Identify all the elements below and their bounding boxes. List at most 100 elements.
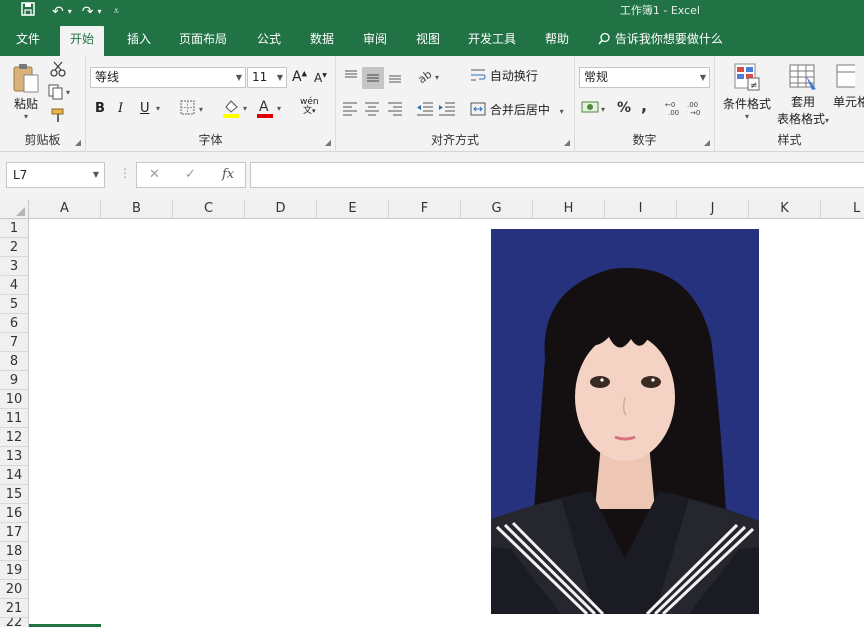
- phonetic-guide-icon[interactable]: wén 文▾: [300, 98, 319, 116]
- borders-icon[interactable]: ▾: [180, 100, 208, 119]
- tab-review[interactable]: 审阅: [353, 26, 397, 56]
- number-launcher-icon[interactable]: ◢: [704, 138, 710, 147]
- align-middle-icon[interactable]: [362, 67, 384, 89]
- tab-insert[interactable]: 插入: [117, 26, 161, 56]
- row-header[interactable]: 19: [0, 561, 28, 580]
- column-header[interactable]: C: [173, 200, 245, 219]
- undo-icon[interactable]: ↶: [52, 3, 64, 21]
- id-photo-image[interactable]: [491, 229, 759, 614]
- column-header[interactable]: G: [461, 200, 533, 219]
- column-header[interactable]: A: [29, 200, 101, 219]
- underline-dropdown-icon[interactable]: ▾: [156, 104, 160, 113]
- fill-color-icon[interactable]: ▾: [222, 98, 252, 121]
- name-box[interactable]: L7 ▼: [6, 162, 105, 188]
- select-all-button[interactable]: [0, 200, 29, 219]
- redo-icon[interactable]: ↷: [82, 3, 94, 21]
- merge-center-button[interactable]: 合并后居中 ▾: [470, 101, 564, 118]
- column-header[interactable]: D: [245, 200, 317, 219]
- column-header[interactable]: L: [821, 200, 864, 219]
- copy-icon[interactable]: ▾: [48, 84, 74, 103]
- align-top-icon[interactable]: [341, 67, 361, 87]
- font-name-select[interactable]: 等线 ▼: [90, 67, 246, 88]
- row-header[interactable]: 14: [0, 466, 28, 485]
- font-launcher-icon[interactable]: ◢: [325, 138, 331, 147]
- percent-style-button[interactable]: %: [617, 100, 631, 116]
- row-header[interactable]: 20: [0, 580, 28, 599]
- italic-button[interactable]: I: [118, 101, 123, 116]
- font-color-icon[interactable]: A ▾: [256, 98, 286, 121]
- format-painter-icon[interactable]: [50, 107, 66, 126]
- row-header[interactable]: 22: [0, 618, 28, 627]
- enter-icon[interactable]: ✓: [185, 167, 196, 182]
- tab-home[interactable]: 开始: [60, 26, 105, 56]
- row-header[interactable]: 17: [0, 523, 28, 542]
- tab-file[interactable]: 文件: [6, 26, 50, 56]
- column-header[interactable]: I: [605, 200, 677, 219]
- increase-indent-icon[interactable]: [438, 99, 456, 120]
- row-header[interactable]: 15: [0, 485, 28, 504]
- tab-formulas[interactable]: 公式: [247, 26, 291, 56]
- number-format-select[interactable]: 常规 ▼: [579, 67, 710, 88]
- row-header[interactable]: 6: [0, 314, 28, 333]
- cut-icon[interactable]: [50, 61, 66, 80]
- align-right-icon[interactable]: [386, 99, 404, 120]
- comma-style-button[interactable]: ,: [641, 96, 647, 115]
- row-header[interactable]: 9: [0, 371, 28, 390]
- tab-help[interactable]: 帮助: [535, 26, 579, 56]
- accounting-format-icon[interactable]: ▾: [581, 99, 609, 120]
- row-header[interactable]: 21: [0, 599, 28, 618]
- orientation-icon[interactable]: ab ▾: [416, 67, 444, 88]
- align-left-icon[interactable]: [341, 99, 359, 120]
- column-header[interactable]: E: [317, 200, 389, 219]
- conditional-formatting-button[interactable]: ≠ 条件格式 ▾: [719, 62, 775, 121]
- chevron-down-icon: ▼: [276, 73, 283, 82]
- customize-qat-icon[interactable]: ⩡: [114, 3, 120, 21]
- column-header[interactable]: H: [533, 200, 605, 219]
- font-size-select[interactable]: 11 ▼: [247, 67, 287, 88]
- clipboard-launcher-icon[interactable]: ◢: [75, 138, 81, 147]
- row-header[interactable]: 8: [0, 352, 28, 371]
- redo-dropdown-icon[interactable]: ▾: [97, 3, 101, 21]
- increase-decimal-icon[interactable]: ←0.00: [665, 99, 685, 120]
- row-header[interactable]: 4: [0, 276, 28, 295]
- tell-me-box[interactable]: 告诉我你想要做什么: [598, 30, 723, 47]
- row-header[interactable]: 18: [0, 542, 28, 561]
- row-header[interactable]: 12: [0, 428, 28, 447]
- cancel-icon[interactable]: ✕: [149, 167, 160, 182]
- row-header[interactable]: 2: [0, 238, 28, 257]
- row-header[interactable]: 3: [0, 257, 28, 276]
- cell-styles-button[interactable]: 单元格: [833, 62, 864, 110]
- formula-input[interactable]: [250, 162, 864, 188]
- column-header[interactable]: K: [749, 200, 821, 219]
- column-header[interactable]: J: [677, 200, 749, 219]
- undo-dropdown-icon[interactable]: ▾: [68, 3, 72, 21]
- paste-button[interactable]: 粘贴 ▾: [8, 62, 44, 122]
- tab-developer[interactable]: 开发工具: [458, 26, 526, 56]
- row-header[interactable]: 10: [0, 390, 28, 409]
- align-bottom-icon[interactable]: [386, 67, 404, 88]
- tab-view[interactable]: 视图: [406, 26, 450, 56]
- column-header[interactable]: B: [101, 200, 173, 219]
- row-header[interactable]: 1: [0, 219, 28, 238]
- row-header[interactable]: 5: [0, 295, 28, 314]
- decrease-decimal-icon[interactable]: .00 →0: [687, 99, 707, 120]
- row-header[interactable]: 13: [0, 447, 28, 466]
- column-header[interactable]: F: [389, 200, 461, 219]
- tab-page-layout[interactable]: 页面布局: [169, 26, 237, 56]
- row-header[interactable]: 7: [0, 333, 28, 352]
- alignment-launcher-icon[interactable]: ◢: [564, 138, 570, 147]
- row-header[interactable]: 11: [0, 409, 28, 428]
- decrease-font-size-icon[interactable]: A▼: [314, 71, 327, 85]
- save-icon[interactable]: [20, 1, 36, 22]
- format-as-table-button[interactable]: 套用 表格格式▾: [773, 62, 833, 127]
- insert-function-icon[interactable]: fx: [222, 167, 234, 182]
- bold-button[interactable]: B: [95, 101, 105, 116]
- align-center-icon[interactable]: [363, 99, 381, 120]
- formula-bar-splitter[interactable]: ⋮: [119, 166, 131, 180]
- decrease-indent-icon[interactable]: [416, 99, 434, 120]
- wrap-text-button[interactable]: 自动换行: [470, 67, 538, 84]
- row-header[interactable]: 16: [0, 504, 28, 523]
- underline-button[interactable]: U: [140, 101, 150, 116]
- tab-data[interactable]: 数据: [300, 26, 344, 56]
- increase-font-size-icon[interactable]: A▲: [292, 69, 307, 85]
